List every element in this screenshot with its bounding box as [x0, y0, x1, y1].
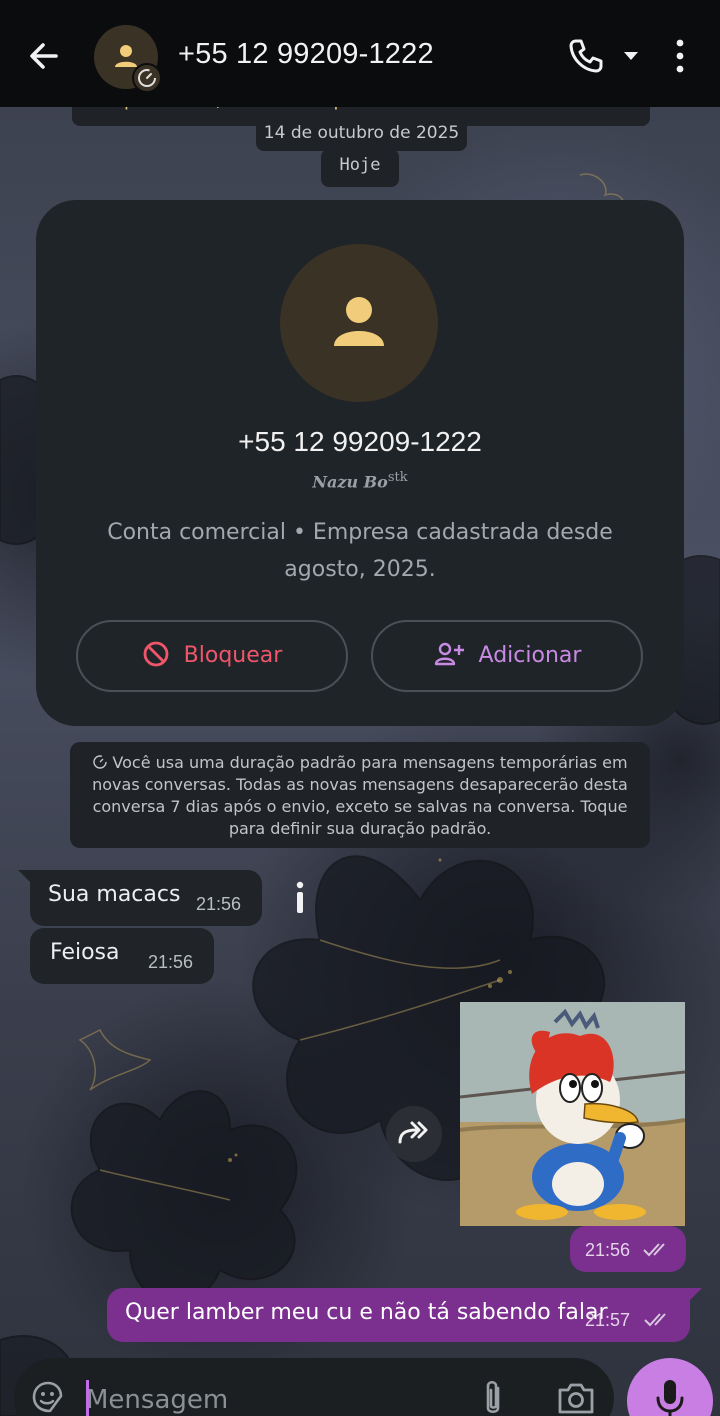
- outgoing-message[interactable]: Quer lamber meu cu e não tá sabendo fala…: [107, 1288, 690, 1342]
- message-info-button[interactable]: [290, 880, 310, 916]
- message-time: 21:56: [148, 952, 194, 972]
- info-icon: [296, 881, 304, 913]
- add-person-icon: [434, 642, 464, 666]
- contact-info-card: +55 12 99209-1222 Nazu Bostk Conta comer…: [36, 200, 684, 726]
- voice-call-button[interactable]: [566, 36, 606, 76]
- forward-button[interactable]: [386, 1106, 442, 1162]
- call-options-button[interactable]: [620, 46, 642, 66]
- today-separator: Hoje: [321, 149, 399, 187]
- incoming-message[interactable]: Feiosa 21:56: [30, 928, 214, 984]
- disappearing-timer-icon: [132, 63, 162, 93]
- block-icon: [143, 641, 169, 667]
- message-text: Quer lamber meu cu e não tá sabendo fala…: [125, 1300, 608, 1325]
- timer-icon: [93, 755, 108, 769]
- incoming-message[interactable]: Sua macacs 21:56: [30, 870, 262, 926]
- back-button[interactable]: [24, 36, 64, 76]
- arrow-left-icon: [30, 43, 58, 69]
- image-message[interactable]: [460, 1002, 685, 1226]
- message-time: 21:56: [585, 1240, 631, 1260]
- double-check-icon: [643, 1243, 665, 1257]
- notice-text: Você usa uma duração padrão para mensage…: [92, 753, 628, 838]
- chat-title[interactable]: +55 12 99209-1222: [178, 38, 434, 71]
- outgoing-image-footer: 21:56: [570, 1226, 686, 1272]
- camera-button[interactable]: [556, 1380, 596, 1416]
- add-label: Adicionar: [478, 643, 582, 668]
- paperclip-icon: [486, 1380, 500, 1414]
- double-check-icon: [644, 1313, 666, 1327]
- cartoon-woodpecker-image: [460, 1002, 685, 1226]
- add-contact-button[interactable]: Adicionar: [371, 620, 643, 692]
- card-business-name: Nazu Bostk: [36, 470, 684, 491]
- more-vertical-icon: [676, 39, 684, 73]
- message-text: Sua macacs: [48, 882, 181, 907]
- forward-icon: [398, 1121, 428, 1144]
- text-cursor: [86, 1380, 89, 1416]
- microphone-icon: [656, 1380, 684, 1416]
- contact-avatar[interactable]: [94, 25, 162, 93]
- caret-down-icon: [624, 52, 638, 60]
- card-business-info: Conta comercial • Empresa cadastrada des…: [107, 520, 613, 582]
- block-label: Bloquear: [183, 643, 283, 668]
- chat-header: +55 12 99209-1222: [0, 0, 720, 107]
- message-text: Feiosa: [50, 940, 120, 965]
- card-name-text: Nazu Bo: [312, 472, 388, 492]
- phone-icon: [569, 39, 603, 73]
- bubble-tail: [688, 1288, 702, 1302]
- sticker-icon: [32, 1381, 63, 1413]
- sticker-button[interactable]: [28, 1378, 66, 1416]
- person-icon: [334, 297, 384, 346]
- attach-button[interactable]: [478, 1378, 508, 1416]
- message-composer: [14, 1358, 614, 1416]
- more-options-button[interactable]: [668, 38, 692, 74]
- message-time: 21:56: [196, 894, 242, 914]
- card-avatar: [280, 244, 438, 402]
- card-phone-number: +55 12 99209-1222: [238, 426, 482, 457]
- message-time: 21:57: [585, 1310, 631, 1330]
- message-input[interactable]: [86, 1380, 466, 1416]
- disappearing-messages-notice[interactable]: Você usa uma duração padrão para mensage…: [70, 742, 650, 848]
- card-name-sup: stk: [387, 470, 408, 485]
- camera-icon: [558, 1383, 594, 1414]
- block-button[interactable]: Bloquear: [76, 620, 348, 692]
- date-separator: 14 de outubro de 2025: [256, 115, 467, 151]
